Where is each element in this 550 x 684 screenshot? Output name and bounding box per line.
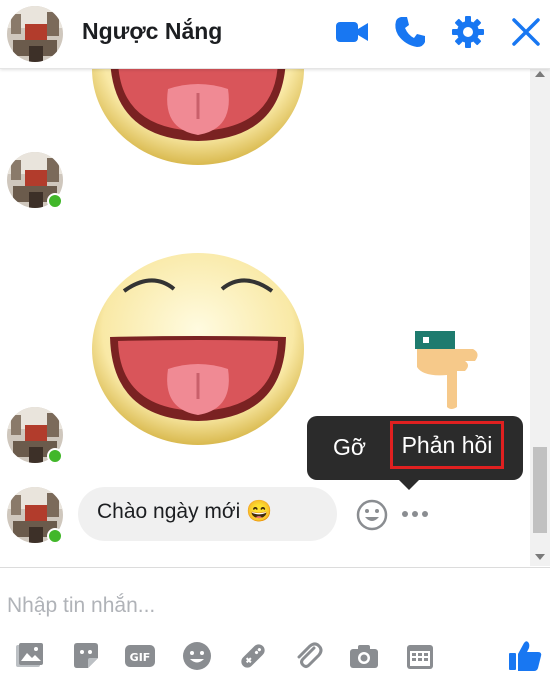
message-input[interactable]: Nhập tin nhắn... (7, 594, 155, 618)
contact-name[interactable]: Ngược Nắng (82, 18, 222, 45)
message-composer: Nhập tin nhắn... GIF (0, 567, 550, 684)
close-icon[interactable] (508, 14, 544, 50)
sticker-tongue-out[interactable] (88, 249, 308, 449)
photo-icon[interactable] (13, 640, 45, 672)
message-bubble[interactable]: Chào ngày mới 😄 (78, 487, 337, 541)
sticker-icon[interactable] (70, 640, 102, 672)
video-call-icon[interactable] (334, 14, 370, 50)
game-icon[interactable] (237, 640, 269, 672)
like-thumbs-up-icon[interactable] (507, 638, 543, 674)
sticker-tongue-out[interactable] (88, 69, 308, 169)
message-options-menu: Gỡ Phản hồi (307, 416, 523, 490)
gif-icon[interactable]: GIF (124, 640, 156, 672)
online-status-dot (47, 193, 63, 209)
calendar-icon[interactable] (404, 640, 436, 672)
online-status-dot (47, 448, 63, 464)
message-text: Chào ngày mới (97, 500, 241, 523)
scroll-down-arrow-icon[interactable] (535, 554, 545, 560)
chat-scrollbar[interactable] (530, 69, 550, 566)
online-status-dot (47, 528, 63, 544)
contact-avatar[interactable] (7, 6, 63, 62)
svg-text:GIF: GIF (130, 651, 151, 664)
remove-option[interactable]: Gỡ (333, 434, 366, 461)
emoji-icon[interactable] (181, 640, 213, 672)
reply-option[interactable]: Phản hồi (390, 421, 504, 469)
grinning-emoji: 😄 (246, 500, 273, 523)
scrollbar-thumb[interactable] (533, 447, 547, 533)
scroll-up-arrow-icon[interactable] (535, 71, 545, 77)
settings-gear-icon[interactable] (450, 14, 486, 50)
attachment-paperclip-icon[interactable] (292, 640, 324, 672)
react-smiley-icon[interactable] (355, 498, 389, 532)
pointing-hand-icon (413, 331, 483, 411)
camera-icon[interactable] (348, 640, 380, 672)
more-options-icon[interactable] (400, 506, 430, 522)
phone-call-icon[interactable] (392, 14, 428, 50)
chat-header: Ngược Nắng (0, 0, 550, 69)
